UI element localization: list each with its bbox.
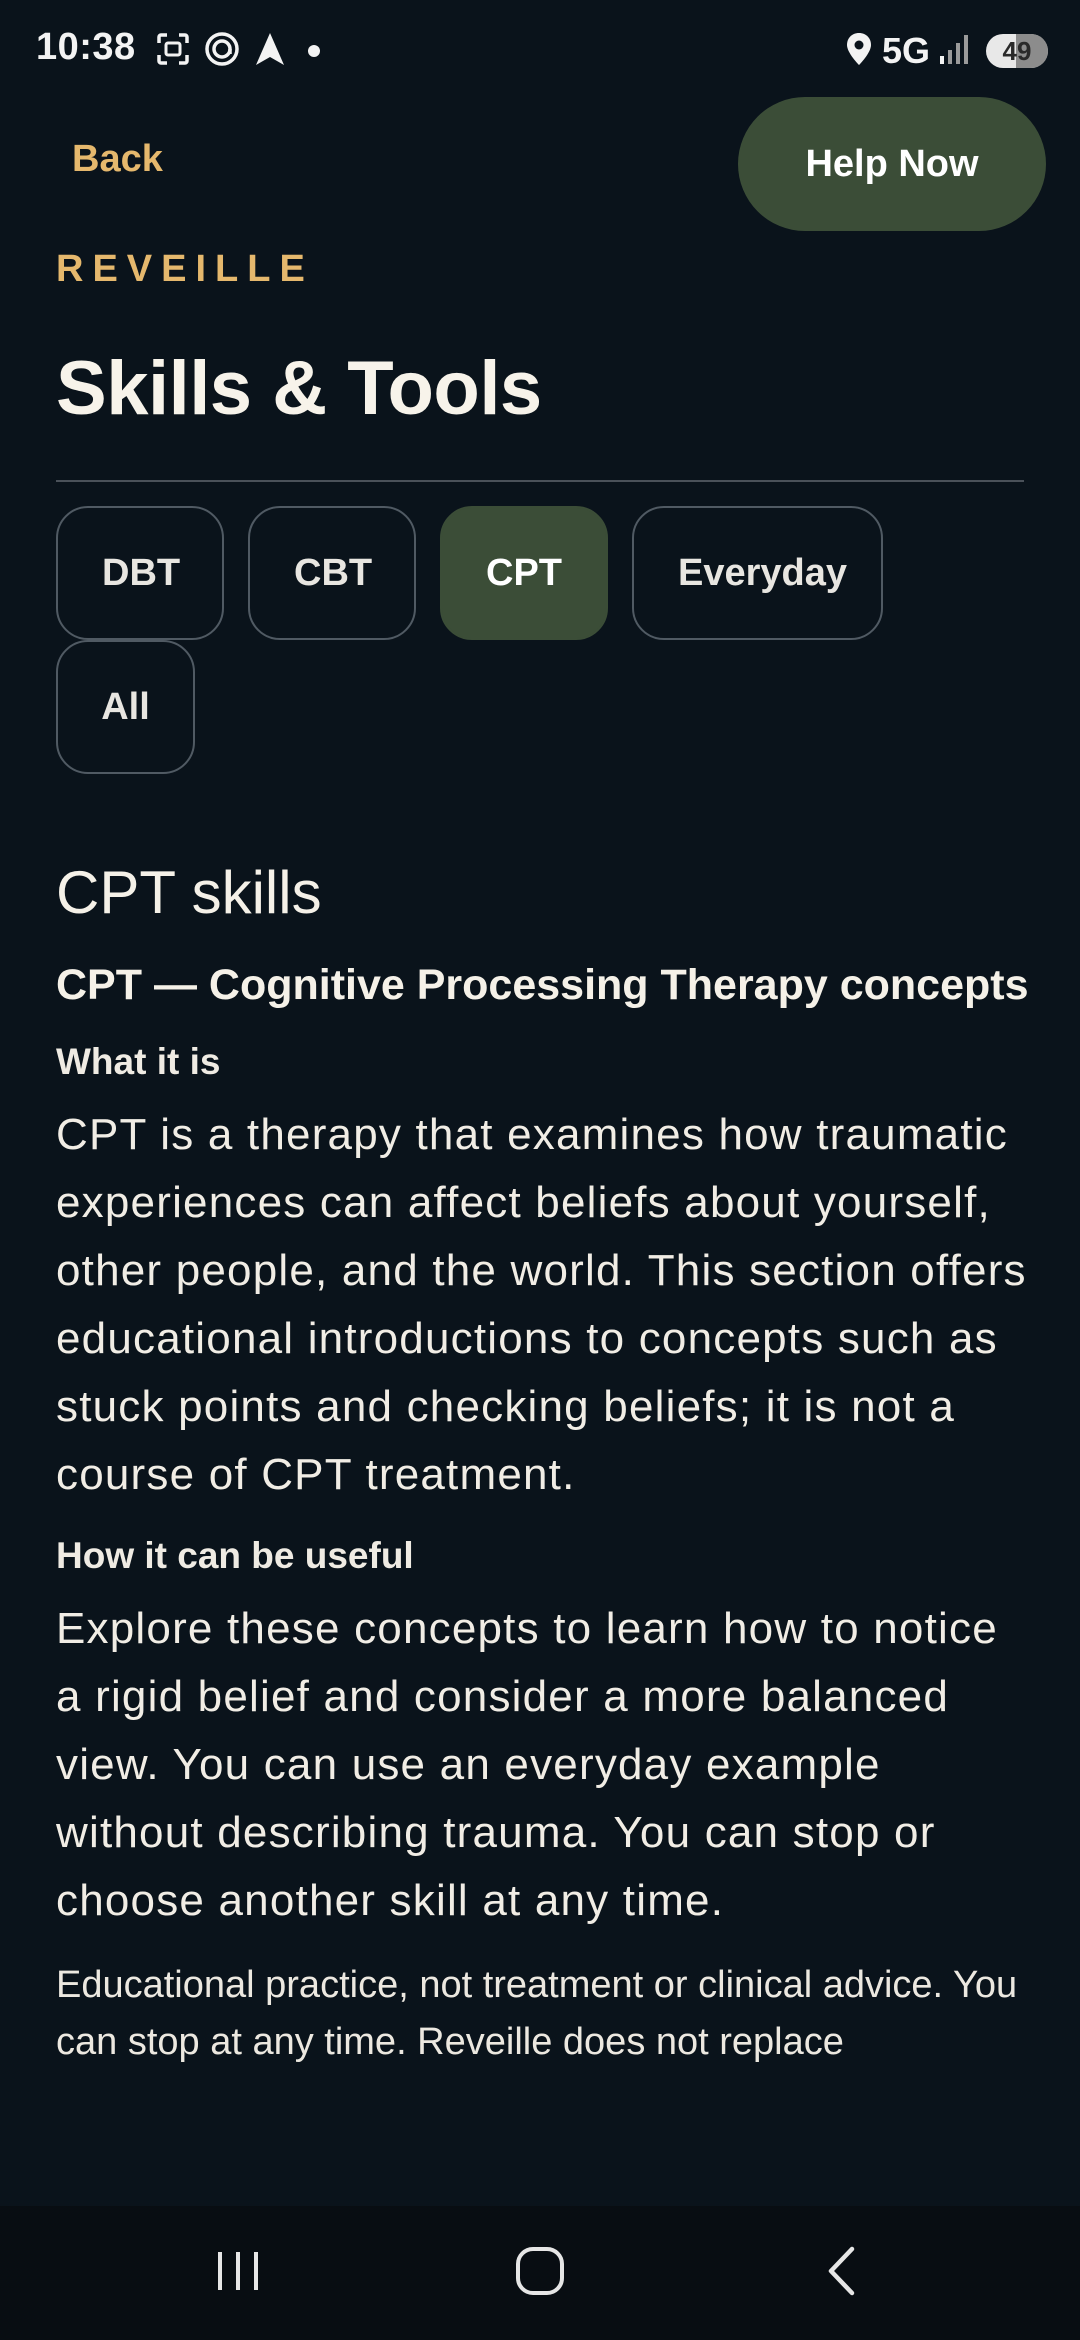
filter-chip-cpt[interactable]: CPT <box>440 506 608 640</box>
what-it-is-heading: What it is <box>56 1041 221 1082</box>
filter-chip-cbt[interactable]: CBT <box>248 506 416 640</box>
header-divider <box>56 480 1024 482</box>
screenshot-icon <box>155 31 191 72</box>
signal-icon <box>938 32 972 71</box>
what-it-is-body: CPT is a therapy that examines how traum… <box>56 1110 1027 1499</box>
battery-indicator: 49 <box>986 34 1048 68</box>
skill-content: CPT skills CPT — Cognitive Processing Th… <box>56 853 1036 2071</box>
back-link[interactable]: Back <box>72 138 163 181</box>
status-bar: 10:38 5G 49 <box>0 0 1080 100</box>
filter-chips: DBT CBT CPT Everyday All <box>56 506 1024 774</box>
how-useful-heading: How it can be useful <box>56 1535 414 1576</box>
disclaimer-text: Educational practice, not treatment or c… <box>56 1964 1018 2063</box>
back-icon <box>817 2244 867 2303</box>
brand-name: REVEILLE <box>56 248 314 290</box>
network-label: 5G <box>881 30 930 71</box>
recent-apps-button[interactable] <box>158 2206 318 2340</box>
at-sign-icon <box>203 30 241 73</box>
page-title: Skills & Tools <box>56 346 542 431</box>
filter-chip-everyday[interactable]: Everyday <box>632 506 883 640</box>
dot-icon <box>299 31 329 72</box>
system-nav-bar <box>0 2206 1080 2340</box>
navigation-arrow-icon <box>253 31 287 72</box>
status-icons-left <box>155 30 329 73</box>
how-useful-body: Explore these concepts to learn how to n… <box>56 1604 998 1925</box>
battery-percent: 49 <box>1002 36 1032 66</box>
status-time: 10:38 <box>36 26 136 68</box>
status-icons-right: 5G 49 <box>844 30 1048 72</box>
recent-apps-icon <box>213 2246 263 2301</box>
filter-chip-dbt[interactable]: DBT <box>56 506 224 640</box>
section-title: CPT skills <box>56 859 322 926</box>
skill-title: CPT — Cognitive Processing Therapy conce… <box>56 961 1029 1009</box>
filter-chip-all[interactable]: All <box>56 640 195 774</box>
help-now-button[interactable]: Help Now <box>738 97 1046 231</box>
location-pin-icon <box>844 31 874 72</box>
system-back-button[interactable] <box>762 2206 922 2340</box>
home-button[interactable] <box>460 2206 620 2340</box>
home-icon <box>513 2244 567 2303</box>
